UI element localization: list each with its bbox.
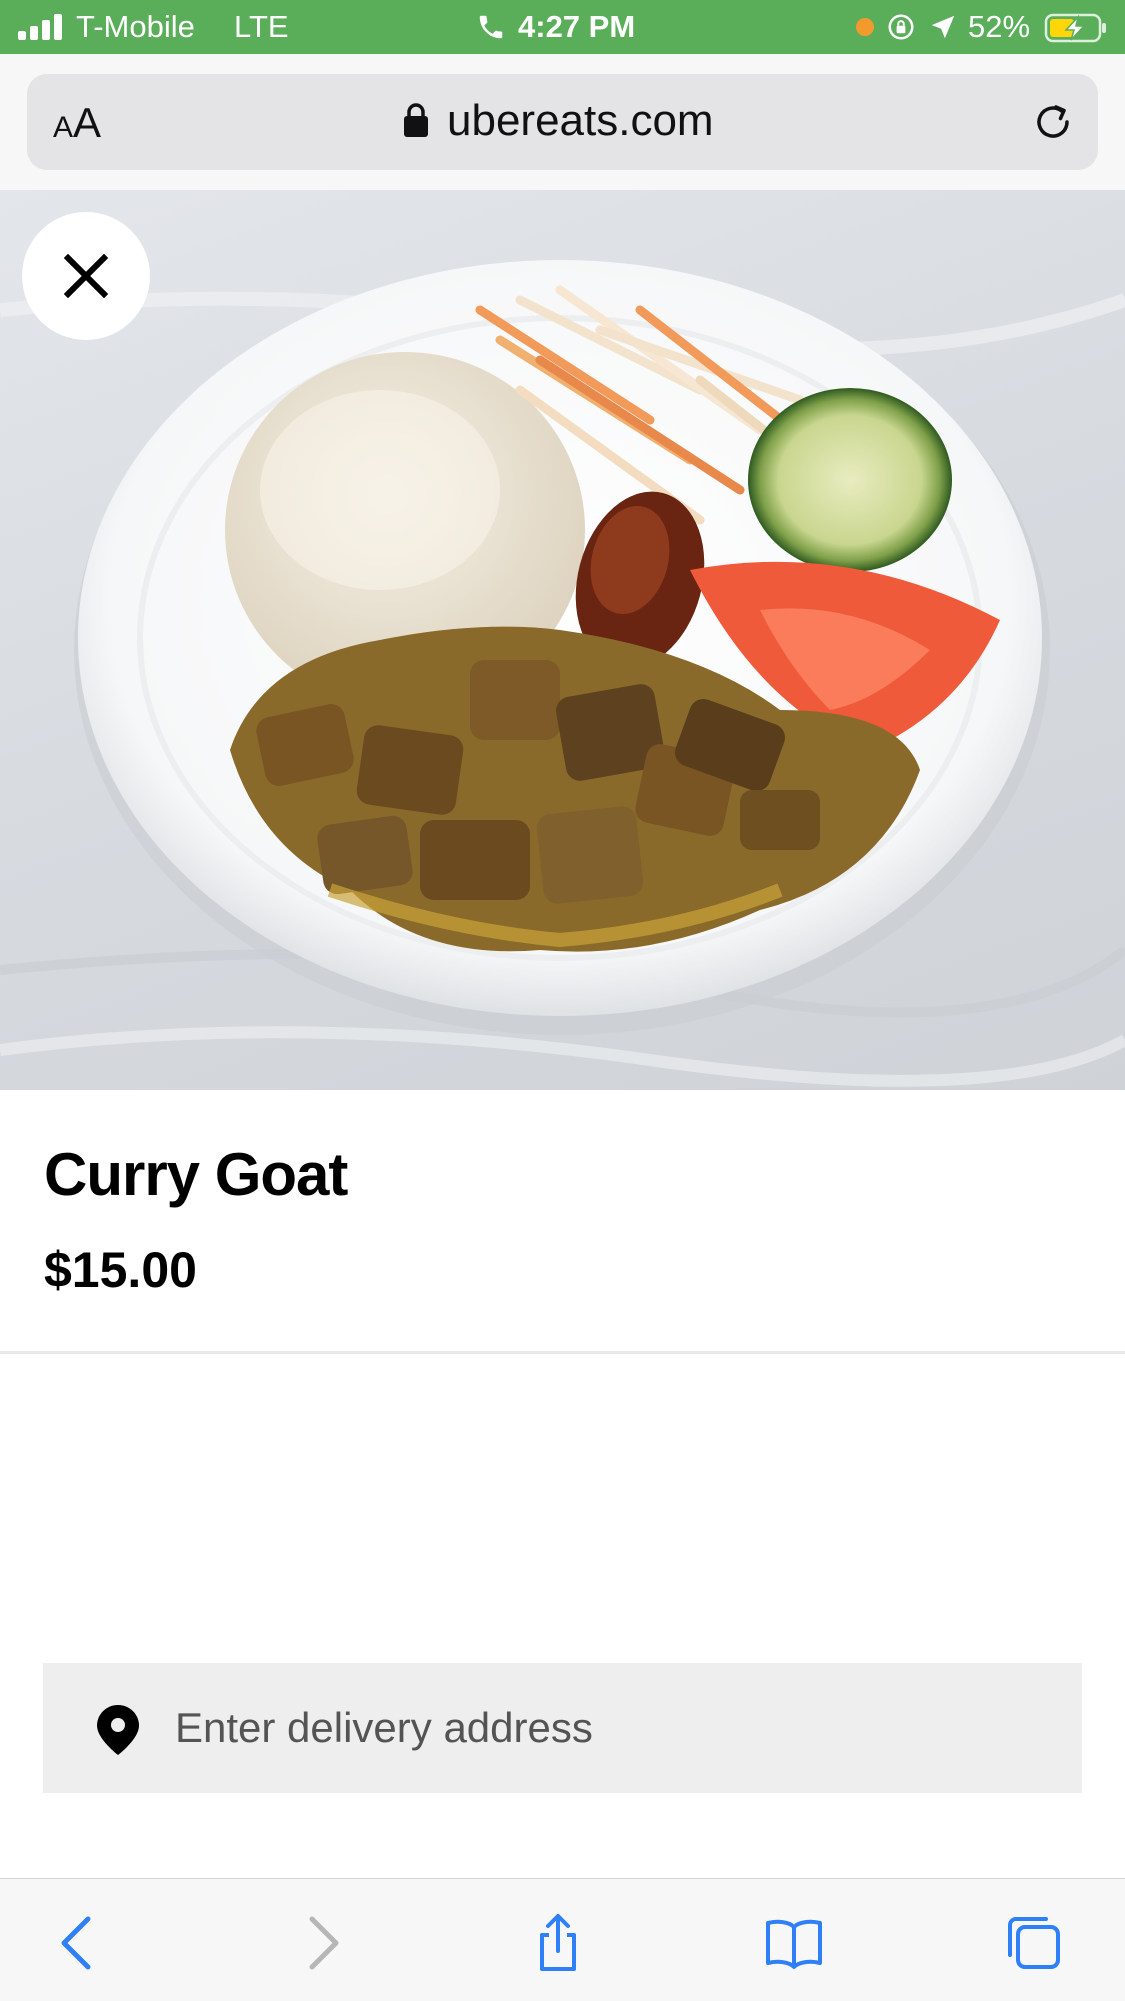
lock-icon bbox=[404, 103, 428, 137]
network-type: LTE bbox=[234, 9, 289, 44]
item-photo bbox=[0, 190, 1125, 1090]
item-title: Curry Goat bbox=[44, 1141, 348, 1208]
orientation-lock-icon bbox=[888, 14, 914, 40]
battery-percent: 52% bbox=[968, 9, 1031, 44]
delivery-address-placeholder: Enter delivery address bbox=[175, 1704, 593, 1751]
url-text[interactable]: ubereats.com bbox=[447, 96, 714, 146]
tabs-icon[interactable] bbox=[1004, 1913, 1064, 1973]
carrier-name: T-Mobile bbox=[76, 9, 195, 44]
status-time: 4:27 PM bbox=[518, 9, 636, 44]
status-bar: T-Mobile LTE 4:27 PM 52% bbox=[0, 0, 1125, 54]
food-plate-image bbox=[0, 260, 1125, 1087]
location-arrow-icon bbox=[931, 15, 955, 39]
battery-charging-icon bbox=[1044, 13, 1106, 43]
signal-strength-icon bbox=[18, 14, 66, 40]
reload-icon[interactable] bbox=[1029, 98, 1077, 146]
chevron-left-icon[interactable] bbox=[48, 1913, 108, 1973]
close-icon bbox=[64, 254, 108, 298]
url-bar[interactable]: AA ubereats.com bbox=[27, 74, 1098, 170]
share-icon[interactable] bbox=[528, 1913, 588, 1973]
divider bbox=[0, 1351, 1125, 1354]
location-pin-icon bbox=[97, 1705, 139, 1755]
close-button[interactable] bbox=[22, 212, 150, 340]
delivery-address-input[interactable]: Enter delivery address bbox=[43, 1663, 1082, 1793]
browser-toolbar bbox=[0, 1878, 1125, 2001]
browser-address-area: AA ubereats.com bbox=[0, 54, 1125, 191]
book-icon[interactable] bbox=[764, 1913, 824, 1973]
item-price: $15.00 bbox=[44, 1242, 197, 1298]
text-size-button[interactable]: AA bbox=[53, 102, 101, 149]
phone-icon bbox=[479, 15, 503, 39]
recording-indicator bbox=[856, 18, 874, 36]
chevron-right-icon[interactable] bbox=[292, 1913, 352, 1973]
